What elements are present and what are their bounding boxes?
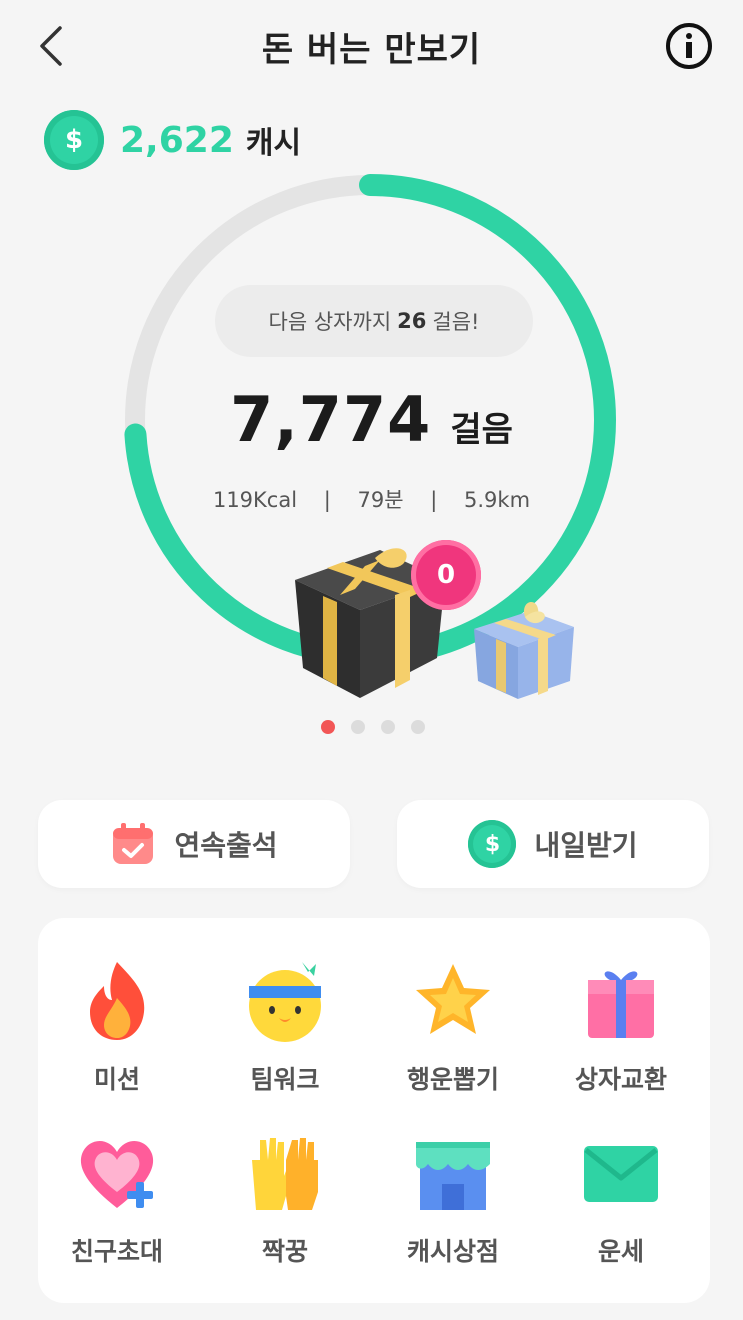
menu-item-label: 팀워크: [250, 1065, 320, 1094]
receive-tomorrow-button[interactable]: $ 내일받기: [397, 800, 709, 888]
cash-unit: 캐시: [245, 126, 302, 161]
step-count: 7,774 걸음: [0, 383, 743, 456]
cash-balance: $ 2,622 캐시: [44, 110, 301, 170]
attendance-label: 연속출석: [174, 829, 278, 862]
info-icon: [666, 23, 712, 69]
receive-tomorrow-label: 내일받기: [534, 829, 638, 862]
info-button[interactable]: [665, 22, 713, 70]
header: 돈 버는 만보기: [0, 0, 743, 95]
star-icon: [416, 964, 490, 1034]
menu-item-label: 상자교환: [574, 1065, 667, 1094]
attendance-button[interactable]: 연속출석: [38, 800, 350, 888]
next-box-message: 다음 상자까지 26 걸음!: [215, 285, 533, 357]
activity-stats: 119Kcal | 79분 | 5.9km: [0, 484, 743, 514]
menu-item-box-exchange[interactable]: 상자교환: [546, 958, 696, 1096]
cash-amount: 2,622: [120, 119, 234, 161]
distance-value: 5.9km: [464, 488, 531, 512]
high-five-hands-icon: [252, 1138, 318, 1210]
menu-item-lucky-draw[interactable]: 행운뽑기: [378, 958, 528, 1096]
page-indicator: [321, 720, 441, 734]
menu-item-label: 친구초대: [70, 1237, 163, 1266]
menu-item-teamwork[interactable]: 팀워크: [210, 958, 360, 1096]
character-headband-icon: [249, 962, 321, 1042]
menu-item-cash-store[interactable]: 캐시상점: [378, 1130, 528, 1268]
menu-item-label: 캐시상점: [406, 1237, 499, 1266]
step-count-value: 7,774: [230, 383, 432, 456]
page-title: 돈 버는 만보기: [261, 30, 482, 70]
gift-box-icon: [588, 971, 654, 1038]
menu-item-label: 행운뽑기: [406, 1065, 499, 1094]
next-gift-box[interactable]: [470, 595, 576, 701]
heart-plus-icon: [80, 1140, 154, 1208]
minutes-value: 79분: [357, 488, 404, 512]
page-dot[interactable]: [321, 720, 335, 734]
coin-symbol: $: [54, 120, 94, 160]
feature-menu: 미션 팀워크 행운뽑기 상자교환 친구초대 짝꿍 캐시상점 운세: [38, 918, 710, 1303]
blue-gift-box-icon: [474, 602, 574, 699]
page-dot[interactable]: [411, 720, 425, 734]
menu-item-fortune[interactable]: 운세: [546, 1130, 696, 1268]
step-count-unit: 걸음: [450, 410, 513, 450]
page-dot[interactable]: [351, 720, 365, 734]
next-box-suffix: 걸음!: [432, 310, 480, 334]
coin-icon: $: [468, 820, 517, 868]
menu-item-partner[interactable]: 짝꿍: [210, 1130, 360, 1268]
menu-item-invite-friends[interactable]: 친구초대: [42, 1130, 192, 1268]
calendar-check-icon: [113, 823, 154, 864]
store-icon: [416, 1142, 490, 1210]
stats-separator: |: [323, 488, 331, 512]
next-box-count: 26: [397, 309, 427, 333]
fire-icon: [90, 962, 145, 1040]
envelope-icon: [584, 1146, 658, 1202]
menu-item-mission[interactable]: 미션: [42, 958, 192, 1096]
kcal-value: 119Kcal: [212, 488, 298, 512]
coin-icon: $: [44, 110, 104, 170]
next-box-prefix: 다음 상자까지: [268, 310, 392, 334]
menu-item-label: 미션: [93, 1065, 140, 1094]
menu-item-label: 짝꿍: [261, 1237, 308, 1266]
page-dot[interactable]: [381, 720, 395, 734]
menu-item-label: 운세: [597, 1237, 644, 1266]
stats-separator: |: [430, 488, 438, 512]
